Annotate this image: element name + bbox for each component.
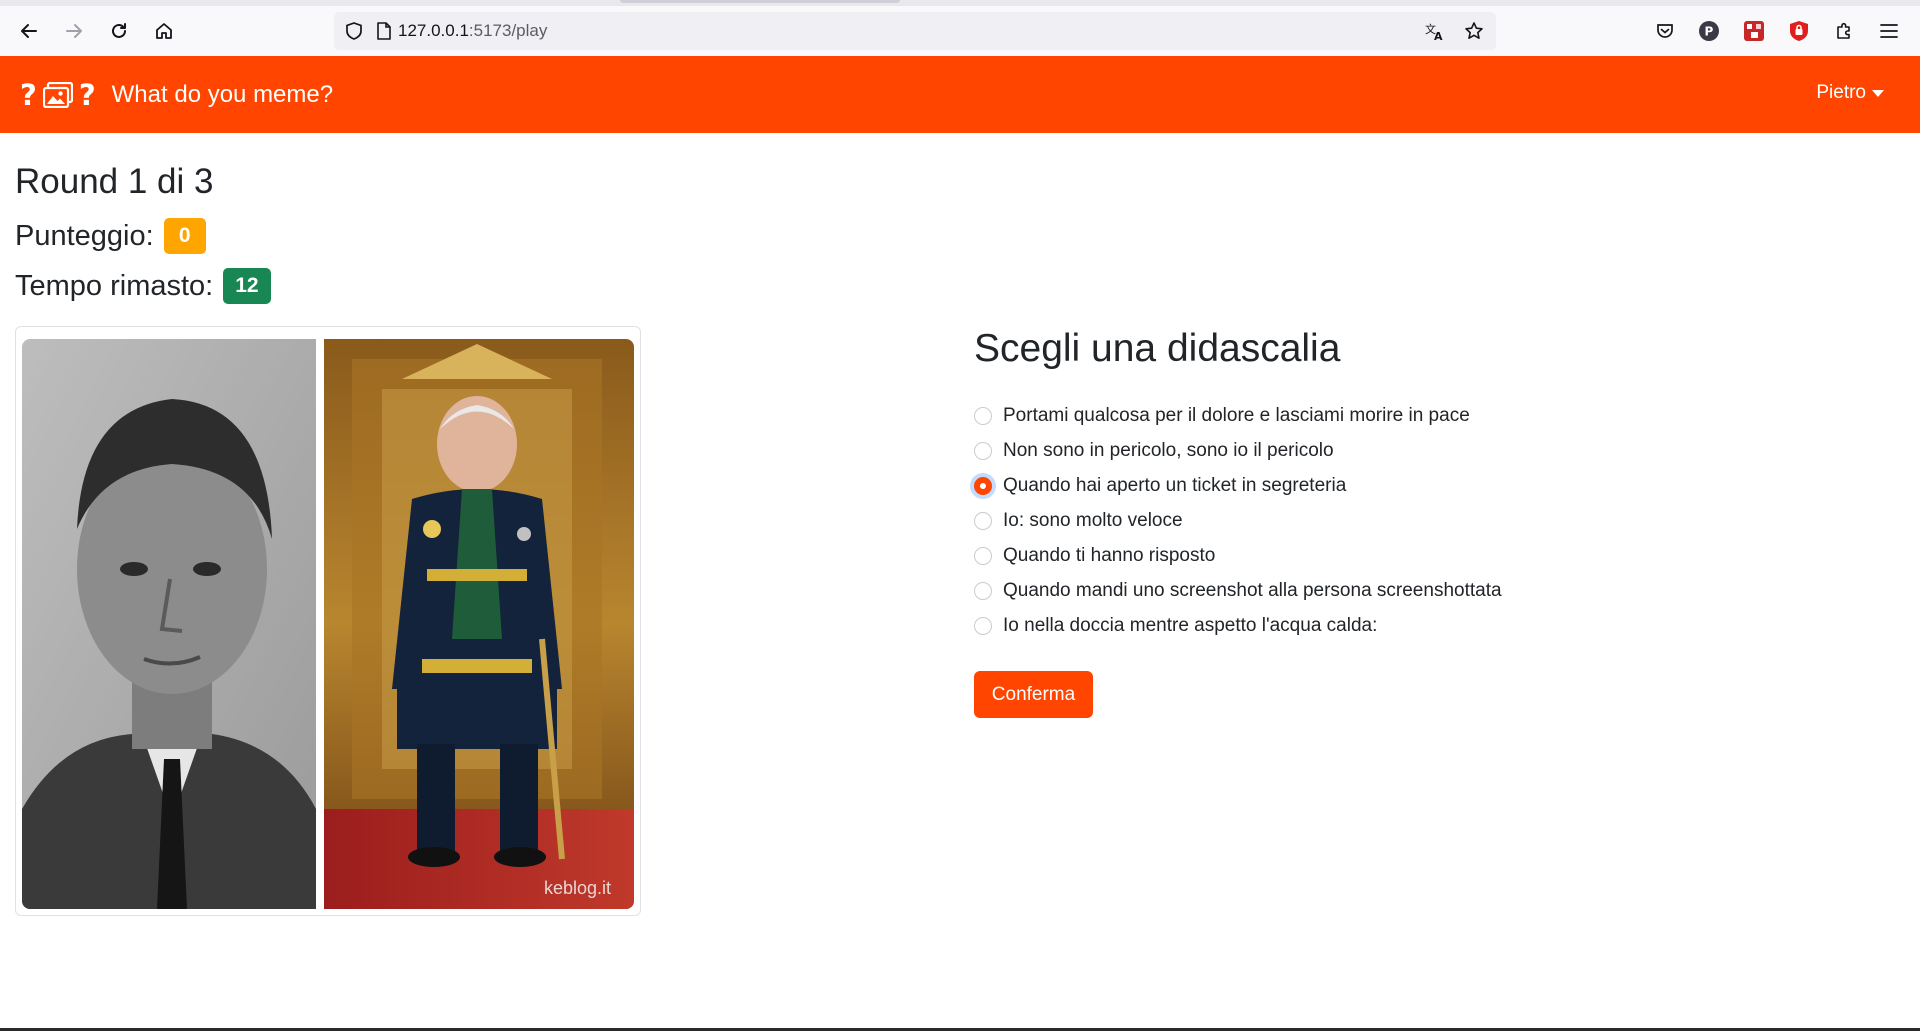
url-bar[interactable]: 127.0.0.1:5173/play 文A (334, 12, 1496, 50)
caption-option-label: Io: sono molto veloce (1003, 509, 1183, 531)
app-navbar: ? ? What do you meme? Pietro (0, 56, 1920, 133)
caption-option-label: Io nella doccia mentre aspetto l'acqua c… (1003, 614, 1378, 636)
radio-button[interactable] (974, 546, 992, 565)
caption-option-label: Portami qualcosa per il dolore e lasciam… (1003, 404, 1470, 426)
brand-question-right: ? (78, 77, 96, 112)
round-heading: Round 1 di 3 (15, 162, 214, 201)
caption-option-label: Quando mandi uno screenshot alla persona… (1003, 579, 1502, 601)
url-host: 127.0.0.1 (398, 21, 469, 40)
caption-options: Portami qualcosa per il dolore e lasciam… (974, 398, 1502, 643)
caption-option[interactable]: Quando ti hanno risposto (974, 538, 1502, 573)
extensions-puzzle-icon[interactable] (1831, 18, 1857, 44)
active-tab-indicator[interactable] (620, 0, 900, 3)
browser-toolbar: 127.0.0.1:5173/play 文A P (0, 6, 1920, 57)
game-extension-icon[interactable] (1741, 18, 1767, 44)
translate-icon[interactable]: 文A (1424, 21, 1446, 41)
watermark: keblog.it (544, 878, 611, 898)
ublock-shield-icon[interactable] (1786, 18, 1812, 44)
score-row: Punteggio: 0 (15, 218, 206, 254)
brand-question-left: ? (20, 77, 37, 112)
user-name: Pietro (1816, 82, 1866, 103)
score-label: Punteggio: (15, 219, 154, 252)
forward-arrow-icon[interactable] (57, 14, 91, 48)
profile-extension-icon[interactable]: P (1696, 18, 1722, 44)
radio-button[interactable] (974, 406, 992, 425)
chevron-down-icon (1872, 89, 1884, 97)
reload-icon[interactable] (102, 14, 136, 48)
app-title: What do you meme? (111, 80, 334, 108)
caption-option[interactable]: Quando hai aperto un ticket in segreteri… (974, 468, 1502, 503)
image-icon (42, 81, 73, 108)
meme-card: keblog.it (15, 326, 641, 916)
score-badge: 0 (163, 218, 206, 254)
caption-option[interactable]: Io nella doccia mentre aspetto l'acqua c… (974, 608, 1502, 643)
bookmark-star-icon[interactable] (1464, 21, 1484, 41)
radio-button[interactable] (974, 511, 992, 530)
caption-option-label: Quando ti hanno risposto (1003, 544, 1216, 566)
radio-button[interactable] (974, 476, 992, 495)
caption-option[interactable]: Non sono in pericolo, sono io il pericol… (974, 433, 1502, 468)
user-menu-dropdown[interactable]: Pietro (1816, 82, 1884, 104)
caption-option-label: Quando hai aperto un ticket in segreteri… (1003, 474, 1347, 496)
url-text[interactable]: 127.0.0.1:5173/play (398, 21, 547, 41)
shield-icon[interactable] (344, 21, 364, 41)
back-arrow-icon[interactable] (12, 14, 46, 48)
meme-image: keblog.it (22, 339, 634, 909)
timer-badge: 12 (223, 268, 271, 304)
home-icon[interactable] (147, 14, 181, 48)
caption-option[interactable]: Portami qualcosa per il dolore e lasciam… (974, 398, 1502, 433)
radio-button[interactable] (974, 616, 992, 635)
timer-row: Tempo rimasto: 12 (15, 268, 271, 304)
pocket-icon[interactable] (1652, 18, 1678, 44)
radio-button[interactable] (974, 441, 992, 460)
svg-text:P: P (1705, 25, 1714, 39)
caption-option-label: Non sono in pericolo, sono io il pericol… (1003, 439, 1334, 461)
caption-heading: Scegli una didascalia (974, 327, 1341, 370)
confirm-button[interactable]: Conferma (974, 671, 1093, 718)
brand[interactable]: ? ? What do you meme? (20, 78, 333, 112)
svg-text:A: A (1434, 30, 1443, 41)
url-path: :5173/play (468, 21, 548, 40)
caption-option[interactable]: Quando mandi uno screenshot alla persona… (974, 573, 1502, 608)
caption-option[interactable]: Io: sono molto veloce (974, 503, 1502, 538)
app-menu-icon[interactable] (1876, 18, 1902, 44)
timer-label: Tempo rimasto: (15, 269, 214, 302)
page-info-icon[interactable] (376, 21, 392, 41)
radio-button[interactable] (974, 581, 992, 600)
